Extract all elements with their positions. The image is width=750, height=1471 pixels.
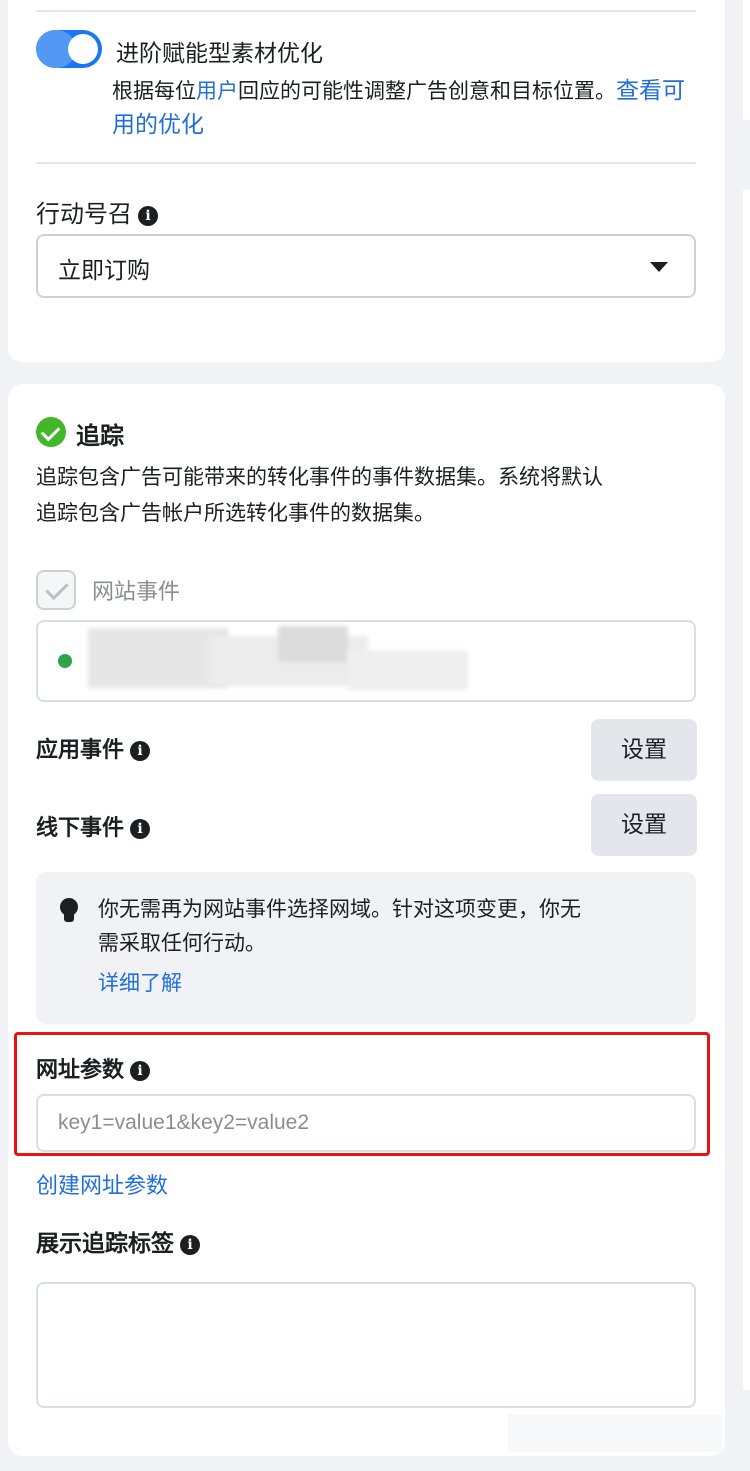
advantage-creative-toggle[interactable]: [36, 30, 102, 68]
info-icon[interactable]: i: [138, 206, 158, 226]
notice-line1: 你无需再为网站事件选择网域。针对这项变更，你无: [98, 897, 581, 921]
tracking-desc-line2: 追踪包含广告帐户所选转化事件的数据集。: [36, 501, 435, 525]
learn-more-link[interactable]: 详细了解: [98, 966, 182, 1000]
display-tracking-label: 展示追踪标签 i: [36, 1224, 200, 1258]
caret-down-icon: [650, 262, 668, 272]
redacted-area: [88, 628, 228, 688]
info-icon[interactable]: i: [180, 1235, 200, 1255]
toggle-desc-user: 用户: [196, 79, 238, 103]
url-params-label: 网址参数 i: [36, 1052, 151, 1084]
display-tracking-text: 展示追踪标签: [36, 1231, 174, 1257]
website-events-label: 网站事件: [92, 580, 181, 605]
panel-edge: [743, 190, 750, 1390]
info-icon[interactable]: i: [130, 1061, 151, 1081]
tracking-card: 追踪 追踪包含广告可能带来的转化事件的事件数据集。系统将默认 追踪包含广告帐户所…: [8, 384, 725, 1456]
cta-label: 行动号召 i: [36, 194, 158, 229]
view-optimizations-link-cont[interactable]: 用的优化: [112, 108, 204, 142]
check-circle-icon: [36, 417, 66, 447]
notice-line2: 需采取任何行动。: [98, 931, 266, 955]
cta-select[interactable]: 立即订购: [36, 234, 696, 298]
status-dot-icon: [58, 654, 72, 668]
info-icon[interactable]: i: [130, 819, 151, 839]
tracking-desc-line1: 追踪包含广告可能带来的转化事件的事件数据集。系统将默认: [36, 465, 603, 489]
dataset-selector[interactable]: [36, 620, 696, 702]
tracking-title: 追踪: [76, 422, 124, 450]
toggle-knob: [68, 34, 98, 64]
cta-label-text: 行动号召: [36, 200, 132, 228]
app-events-text: 应用事件: [36, 738, 125, 763]
redacted-area: [348, 650, 468, 690]
offline-events-text: 线下事件: [36, 816, 125, 841]
offline-events-setup-button[interactable]: 设置: [591, 794, 697, 856]
toggle-label: 进阶赋能型素材优化: [116, 41, 323, 67]
url-params-input[interactable]: key1=value1&key2=value2: [36, 1094, 696, 1152]
panel-edge: [743, 0, 750, 120]
website-events-checkbox[interactable]: [36, 570, 76, 610]
divider: [36, 10, 696, 12]
offline-events-label: 线下事件 i: [36, 810, 151, 842]
url-params-text: 网址参数: [36, 1058, 125, 1083]
adjacent-panel-edge: [738, 0, 750, 1471]
toggle-desc-suffix: 回应的可能性调整广告创意和目标位置。: [238, 79, 616, 103]
display-tracking-textarea[interactable]: [36, 1282, 696, 1408]
toggle-desc-prefix: 根据每位: [112, 79, 196, 103]
cta-selected-value: 立即订购: [58, 258, 150, 284]
create-url-params-link[interactable]: 创建网址参数: [36, 1170, 168, 1204]
toggle-description: 根据每位用户回应的可能性调整广告创意和目标位置。查看可: [112, 74, 685, 108]
redacted-area: [278, 626, 348, 662]
lightbulb-icon: [60, 898, 78, 922]
creative-settings-card: 进阶赋能型素材优化 根据每位用户回应的可能性调整广告创意和目标位置。查看可 用的…: [8, 0, 725, 362]
app-events-label: 应用事件 i: [36, 732, 151, 764]
background-patch: [508, 1414, 722, 1452]
divider: [36, 162, 696, 164]
info-icon[interactable]: i: [130, 741, 151, 761]
domain-notice: 你无需再为网站事件选择网域。针对这项变更，你无 需采取任何行动。 详细了解: [36, 872, 696, 1024]
view-optimizations-link[interactable]: 查看可: [616, 78, 685, 104]
app-events-setup-button[interactable]: 设置: [591, 719, 697, 781]
